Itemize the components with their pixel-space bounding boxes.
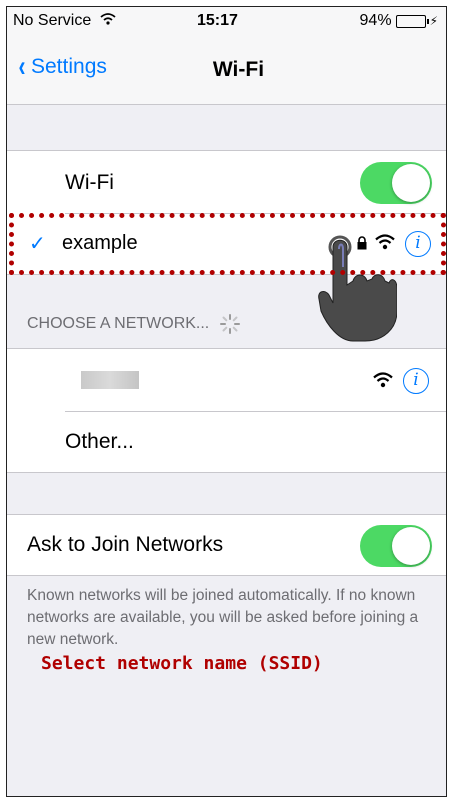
other-network-row[interactable]: Other... bbox=[7, 412, 446, 474]
battery-icon bbox=[395, 14, 429, 28]
ask-to-join-footer: Known networks will be joined automatica… bbox=[27, 587, 419, 648]
blurred-network-name bbox=[81, 371, 139, 389]
wifi-signal-icon bbox=[373, 372, 393, 388]
navigation-bar: ‹ Settings Wi-Fi bbox=[7, 35, 446, 105]
other-network-label: Other... bbox=[65, 430, 134, 453]
network-row[interactable]: i bbox=[7, 349, 446, 411]
phone-screen: No Service 15:17 94% ⚡ ‹ Settings Wi-Fi … bbox=[6, 6, 447, 797]
network-list: i Other... bbox=[7, 348, 446, 473]
network-info-button[interactable]: i bbox=[403, 368, 429, 394]
ask-to-join-toggle[interactable] bbox=[360, 525, 432, 567]
choose-network-header: CHOOSE A NETWORK... bbox=[27, 314, 240, 334]
carrier-label: No Service bbox=[13, 12, 92, 29]
wifi-label: Wi-Fi bbox=[65, 171, 114, 194]
page-title: Wi-Fi bbox=[212, 58, 265, 81]
choose-network-label: CHOOSE A NETWORK... bbox=[27, 315, 210, 333]
carrier-status: No Service bbox=[13, 12, 116, 30]
status-bar: No Service 15:17 94% ⚡ bbox=[7, 7, 446, 35]
wifi-status-icon bbox=[100, 13, 116, 25]
highlight-box bbox=[9, 213, 446, 275]
clock: 15:17 bbox=[197, 12, 238, 29]
ask-to-join-label: Ask to Join Networks bbox=[27, 533, 224, 556]
ask-to-join-section: Ask to Join Networks bbox=[7, 514, 446, 576]
loading-spinner-icon bbox=[219, 314, 240, 334]
battery-percent: 94% bbox=[359, 12, 392, 29]
wifi-toggle[interactable] bbox=[360, 162, 432, 204]
charging-icon: ⚡ bbox=[429, 14, 438, 28]
annotation-caption: Select network name (SSID) bbox=[41, 653, 323, 674]
battery-status: 94% ⚡ bbox=[360, 12, 438, 30]
